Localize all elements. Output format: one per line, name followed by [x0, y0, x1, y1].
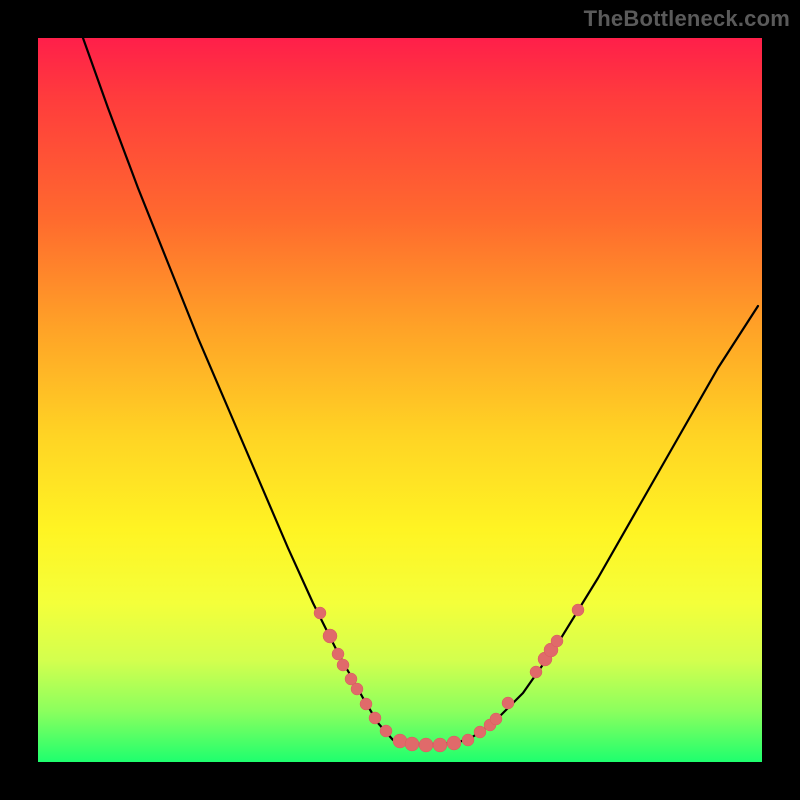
chart-stage: TheBottleneck.com [0, 0, 800, 800]
data-marker [419, 738, 433, 752]
data-marker [530, 666, 542, 678]
data-marker [351, 683, 363, 695]
data-marker [369, 712, 381, 724]
data-marker [551, 635, 563, 647]
data-marker [572, 604, 584, 616]
data-marker [462, 734, 474, 746]
data-marker [314, 607, 326, 619]
attribution-text: TheBottleneck.com [584, 6, 790, 32]
markers-group [314, 604, 584, 752]
data-marker [490, 713, 502, 725]
data-marker [380, 725, 392, 737]
data-marker [474, 726, 486, 738]
data-marker [360, 698, 372, 710]
data-marker [433, 738, 447, 752]
data-marker [405, 737, 419, 751]
data-marker [332, 648, 344, 660]
bottleneck-curve [83, 38, 758, 744]
plot-area [38, 38, 762, 762]
data-marker [502, 697, 514, 709]
data-marker [337, 659, 349, 671]
data-marker [393, 734, 407, 748]
data-marker [323, 629, 337, 643]
data-marker [447, 736, 461, 750]
curve-svg [38, 38, 762, 762]
